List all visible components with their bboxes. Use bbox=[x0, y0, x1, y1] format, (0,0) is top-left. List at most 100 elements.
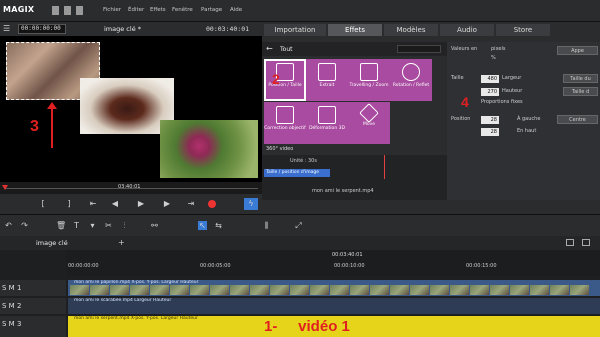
clip-serpent[interactable]: mon ami le serpent.mp4 X-pos. Y-pos. Lar… bbox=[68, 316, 600, 337]
size-button-2[interactable]: Taille d bbox=[563, 87, 598, 96]
effects-nav: ← Tout bbox=[262, 42, 447, 56]
tab-effets[interactable]: Effets bbox=[328, 24, 382, 36]
link-icon[interactable]: ⚯ bbox=[150, 221, 159, 230]
split-icon[interactable]: ⫶ bbox=[120, 221, 129, 230]
lightning-icon[interactable]: ϟ bbox=[244, 198, 258, 210]
preview-time: 03:40:01 bbox=[118, 184, 141, 190]
pointer-icon[interactable]: ↖ bbox=[198, 221, 207, 230]
clip-scarabee[interactable]: mon ami le scarabée.mp4 Largeur Hauteur bbox=[68, 298, 600, 314]
menu-partage[interactable]: Partage bbox=[201, 7, 222, 13]
track-header-2: S M 2 bbox=[0, 298, 66, 314]
flower-image bbox=[160, 120, 258, 178]
prop-fixed-checkbox[interactable]: Proportions fixes bbox=[481, 99, 523, 105]
track-2: S M 2 mon ami le scarabée.mp4 Largeur Ha… bbox=[0, 298, 600, 314]
timecode-position[interactable]: 00:00:00:00 bbox=[18, 24, 66, 34]
next-frame-icon[interactable]: ▶ bbox=[160, 198, 174, 210]
undo-icon[interactable]: ↶ bbox=[4, 221, 13, 230]
menu-fichier[interactable]: Fichier bbox=[103, 7, 121, 13]
menu-effets[interactable]: Effets bbox=[150, 7, 166, 13]
height-input[interactable]: 270 bbox=[481, 88, 499, 96]
grid-icon[interactable] bbox=[76, 6, 83, 15]
mode-icon[interactable]: ⇆ bbox=[214, 221, 223, 230]
x-input[interactable]: 28 bbox=[481, 116, 499, 124]
tab-modeles[interactable]: Modèles bbox=[384, 24, 438, 36]
tab-store[interactable]: Store bbox=[496, 24, 550, 36]
add-tab-icon[interactable]: + bbox=[118, 238, 125, 247]
text-icon[interactable]: T bbox=[72, 221, 81, 230]
trim-icon[interactable]: ⫼ bbox=[262, 221, 271, 230]
diamond-icon bbox=[359, 103, 379, 123]
timeline-ruler[interactable]: 00:03:40:01 00:00:00:00 00:00:05:00 00:0… bbox=[66, 250, 600, 276]
timecode-duration: 00:03:40:01 bbox=[206, 25, 250, 33]
preview-scrubber[interactable]: 03:40:01 bbox=[0, 182, 262, 194]
effect-position-taille[interactable]: Position / Taille bbox=[264, 59, 306, 101]
timeline-tabs: image clé + bbox=[0, 236, 600, 250]
clip-label-2: mon ami le scarabée.mp4 Largeur Hauteur bbox=[74, 298, 172, 303]
rotate-icon bbox=[402, 63, 420, 81]
marker-icon[interactable]: ▾ bbox=[88, 221, 97, 230]
unit-value[interactable]: 30s bbox=[308, 158, 317, 164]
center-button[interactable]: Centre bbox=[557, 115, 598, 124]
ruler-label-2: 00:00:10:00 bbox=[334, 263, 365, 269]
effect-correction-objectif[interactable]: Correction objectif bbox=[264, 102, 306, 144]
hamburger-icon[interactable]: ☰ bbox=[3, 24, 10, 33]
radio-percent[interactable]: % bbox=[491, 55, 496, 61]
project-title: image clé * bbox=[104, 25, 142, 33]
layout-icon[interactable] bbox=[582, 239, 590, 246]
redo-icon[interactable]: ↷ bbox=[20, 221, 29, 230]
tab-audio[interactable]: Audio bbox=[440, 24, 494, 36]
playhead-marker[interactable] bbox=[2, 185, 8, 190]
annotation-2: 2 bbox=[272, 71, 280, 87]
ruler-label-1: 00:00:05:00 bbox=[200, 263, 231, 269]
unit-label: Unité : bbox=[290, 158, 307, 164]
prev-frame-icon[interactable]: ◀ bbox=[108, 198, 122, 210]
ruler-current: 00:03:40:01 bbox=[332, 252, 363, 258]
menu-fenetre[interactable]: Fenêtre bbox=[172, 7, 193, 13]
width-input[interactable]: 480 bbox=[481, 75, 499, 83]
file-icon[interactable] bbox=[64, 6, 71, 15]
menu-aide[interactable]: Aide bbox=[230, 7, 242, 13]
effect-deformation-3d[interactable]: Déformation 3D bbox=[306, 102, 348, 144]
keyframe-area: Unité : 30s Taille / position d'image mo… bbox=[262, 155, 447, 200]
project-tab[interactable]: image clé bbox=[36, 239, 68, 247]
camera-icon bbox=[360, 63, 378, 81]
back-arrow-icon[interactable]: ← bbox=[266, 44, 273, 53]
record-icon[interactable] bbox=[208, 200, 216, 208]
mark-out-icon[interactable]: ] bbox=[62, 198, 76, 210]
lens-icon bbox=[276, 106, 294, 124]
play-icon[interactable]: ▶ bbox=[134, 198, 148, 210]
clip-name: mon ami le serpent.mp4 bbox=[312, 188, 374, 194]
effect-rotation-reflet[interactable]: Rotation / Reflet bbox=[390, 59, 432, 101]
size-button-1[interactable]: Taille du bbox=[563, 74, 598, 83]
go-start-icon[interactable]: ⇤ bbox=[86, 198, 100, 210]
x-label: À gauche bbox=[517, 116, 541, 122]
effect-move[interactable]: Move bbox=[348, 102, 390, 144]
video-preview[interactable]: 3 bbox=[0, 36, 262, 182]
section-360[interactable]: 360° video bbox=[266, 146, 293, 152]
annotation-3: 3 bbox=[30, 118, 39, 135]
keyframe-track-item[interactable]: Taille / position d'image bbox=[264, 169, 330, 177]
width-label: Largeur bbox=[502, 75, 522, 81]
delete-icon[interactable]: 🗑 bbox=[56, 221, 66, 230]
menu-editer[interactable]: Éditer bbox=[128, 7, 144, 13]
clip-papillon[interactable]: mon ami le papillon.mp4 X-pos. Y-pos. La… bbox=[68, 280, 600, 296]
disc-icon[interactable] bbox=[52, 6, 59, 15]
monitor-icon[interactable] bbox=[566, 239, 574, 246]
effect-travelling-zoom[interactable]: Travelling / Zoom bbox=[348, 59, 390, 101]
move-icon[interactable]: ⤢ bbox=[294, 221, 303, 230]
red-arrow-up bbox=[47, 102, 57, 148]
effect-extrait[interactable]: Extrait bbox=[306, 59, 348, 101]
category-label[interactable]: Tout bbox=[280, 46, 292, 53]
apply-button[interactable]: Appe bbox=[557, 46, 598, 55]
cut-icon[interactable]: ✂ bbox=[104, 221, 113, 230]
search-input[interactable] bbox=[397, 45, 441, 53]
menu-bar: MAGIX Fichier Éditer Effets Fenêtre Part… bbox=[0, 0, 600, 22]
y-input[interactable]: 28 bbox=[481, 128, 499, 136]
position-label: Position bbox=[451, 116, 471, 122]
tab-importation[interactable]: Importation bbox=[264, 24, 326, 36]
go-end-icon[interactable]: ⇥ bbox=[184, 198, 198, 210]
mark-in-icon[interactable]: [ bbox=[36, 198, 50, 210]
annotation-video-1: 1- vidéo 1 bbox=[264, 318, 350, 335]
radio-pixels[interactable]: pixels bbox=[491, 46, 505, 52]
magix-logo: MAGIX bbox=[3, 5, 35, 14]
